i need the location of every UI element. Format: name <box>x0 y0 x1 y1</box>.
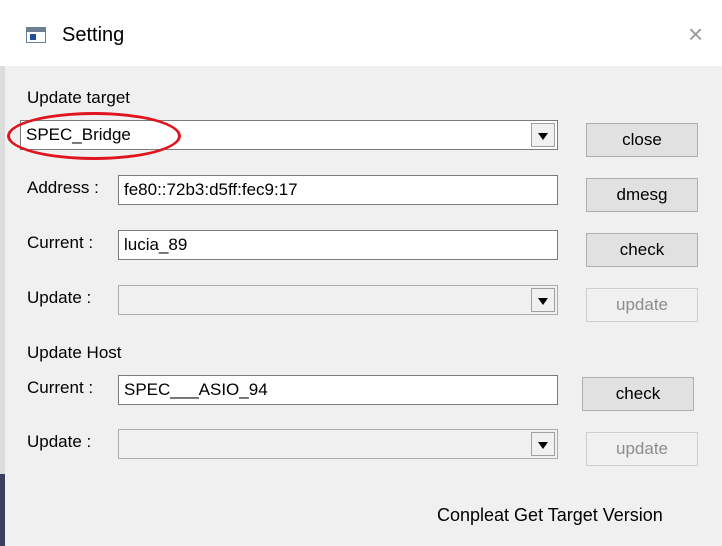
check-host-button[interactable]: check <box>582 377 694 411</box>
red-highlight-ellipse <box>7 112 181 160</box>
address-field[interactable]: fe80::72b3:d5ff:fec9:17 <box>118 175 558 205</box>
dmesg-button[interactable]: dmesg <box>586 178 698 212</box>
host-current-field[interactable]: SPEC___ASIO_94 <box>118 375 558 405</box>
close-icon[interactable]: × <box>688 19 703 50</box>
target-update-select[interactable] <box>118 285 558 315</box>
window-title: Setting <box>62 24 125 46</box>
host-update-label: Update : <box>27 432 92 451</box>
host-update-select[interactable] <box>118 429 558 459</box>
update-target-section-label: Update target <box>27 88 131 107</box>
update-target-button[interactable]: update <box>586 288 698 322</box>
title-bar[interactable]: Setting × <box>0 0 722 66</box>
chevron-down-icon[interactable] <box>531 288 555 312</box>
host-current-label: Current : <box>27 378 94 397</box>
target-current-field[interactable]: lucia_89 <box>118 230 558 260</box>
check-target-button[interactable]: check <box>586 233 698 267</box>
app-window-icon <box>26 27 46 43</box>
setting-dialog: Setting × Update target SPEC_Bridge clos… <box>0 0 722 546</box>
close-button[interactable]: close <box>586 123 698 157</box>
status-text: Conpleat Get Target Version <box>437 505 663 525</box>
background-window-edge <box>0 66 5 546</box>
update-host-button[interactable]: update <box>586 432 698 466</box>
update-host-section-label: Update Host <box>27 343 122 362</box>
target-current-label: Current : <box>27 233 94 252</box>
chevron-down-icon[interactable] <box>531 432 555 456</box>
chevron-down-icon[interactable] <box>531 123 555 147</box>
address-label: Address : <box>27 178 99 197</box>
target-update-label: Update : <box>27 288 92 307</box>
